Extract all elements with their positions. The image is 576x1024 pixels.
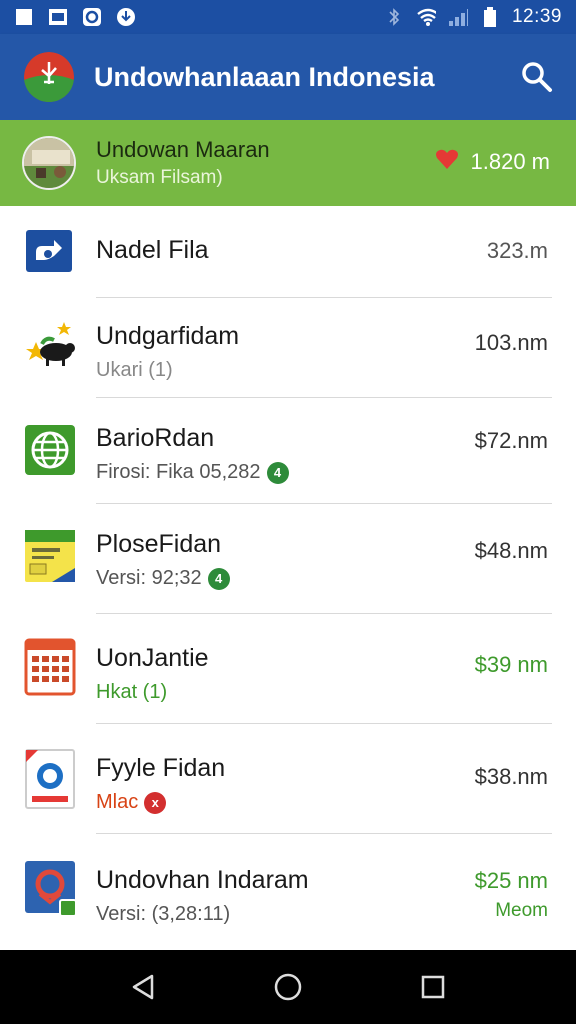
home-icon[interactable] [268, 967, 308, 1007]
system-icons: 12:39 [384, 6, 562, 28]
notification-icons [14, 7, 136, 27]
list-item-title: Undgarfidam [96, 322, 240, 350]
animal-star-icon [24, 318, 76, 370]
wifi-icon [416, 7, 436, 27]
list-item-subtitle: Versi: (3,28:11) [96, 903, 231, 925]
highlight-subtitle: Uksam Filsam) [96, 167, 223, 188]
bluetooth-icon [384, 7, 404, 27]
highlight-thumbnail [22, 136, 76, 190]
highlight-distance: 1.820 m [470, 148, 551, 174]
status-time: 12:39 [511, 6, 562, 27]
list-item-subtitle-row: Mlac x [96, 791, 225, 814]
list-item-title: Nadel Fila [96, 236, 209, 264]
list-item-distance: $38.nm [474, 764, 548, 789]
list-item-subtitle: Mlac [96, 791, 139, 813]
list-item-subtitle: Versi: 92;32 [96, 567, 202, 589]
map-pin-app-icon [24, 860, 77, 917]
list-item[interactable]: Nadel Fila 323.m [0, 206, 576, 298]
circle-notification-icon [82, 7, 102, 27]
list-item[interactable]: Undgarfidam Ukari (1) 103.nm [0, 298, 576, 398]
app-bar: Undowhanlaaan Indonesia [0, 34, 576, 120]
list-item-extra: Meom [495, 900, 548, 921]
badge-icon: 4 [207, 567, 230, 590]
list-item-subtitle-row: Firosi: Fika 05,282 4 [96, 461, 289, 484]
blue-square-app-icon [24, 230, 76, 282]
highlighted-list-item[interactable]: Undowan Maaran Uksam Filsam) 1.820 m [0, 120, 576, 206]
document-icon [24, 748, 76, 809]
list-item-distance-group: $25 nm Meom [475, 868, 548, 922]
globe-icon [24, 424, 76, 476]
status-bar: 12:39 [0, 0, 576, 34]
close-badge-icon: x [144, 791, 167, 814]
battery-icon [480, 7, 500, 27]
square-notification-icon [14, 7, 34, 27]
list-item-title: BarioRdan [96, 424, 215, 452]
list-item-subtitle: Ukari (1) [96, 359, 173, 381]
list-item[interactable]: BarioRdan Firosi: Fika 05,282 4 $72.nm [0, 398, 576, 504]
list-item-distance: $39 nm [474, 652, 548, 677]
download-notification-icon [116, 7, 136, 27]
search-icon[interactable] [520, 60, 554, 94]
app-title: Undowhanlaaan Indonesia [94, 61, 435, 92]
list-item[interactable]: UonJantie Hkat (1) $39 nm [0, 614, 576, 724]
place-list: Nadel Fila 323.m Undgarfidam Ukari (1) 1… [0, 206, 576, 950]
list-item[interactable]: Undovhan Indaram Versi: (3,28:11) $25 nm… [0, 834, 576, 950]
navigation-bar [0, 950, 576, 1024]
calendar-icon [24, 638, 76, 696]
recents-icon[interactable] [413, 967, 453, 1007]
list-item-subtitle: Hkat (1) [96, 681, 168, 703]
image-notification-icon [48, 7, 68, 27]
list-item-distance: $72.nm [474, 428, 548, 453]
list-item-distance: $48.nm [474, 538, 548, 563]
list-item-title: PloseFidan [96, 530, 222, 558]
list-item-distance: 323.m [486, 238, 548, 263]
card-icon [24, 528, 76, 582]
list-item[interactable]: PloseFidan Versi: 92;32 4 $48.nm [0, 504, 576, 614]
list-item[interactable]: Fyyle Fidan Mlac x $38.nm [0, 724, 576, 834]
list-item-subtitle-row: Versi: 92;32 4 [96, 567, 230, 590]
badge-icon: 4 [266, 461, 289, 484]
list-item-title: Undovhan Indaram [96, 866, 309, 894]
list-item-title: Fyyle Fidan [96, 754, 226, 782]
list-item-subtitle: Firosi: Fika 05,282 [96, 461, 261, 483]
highlight-title: Undowan Maaran [96, 137, 270, 162]
back-icon[interactable] [123, 967, 163, 1007]
list-item-distance: $25 nm [474, 868, 548, 893]
list-item-title: UonJantie [96, 644, 209, 672]
heart-icon[interactable] [435, 148, 459, 175]
app-logo-icon[interactable] [24, 52, 74, 102]
list-item-distance: 103.nm [474, 330, 548, 355]
signal-icon [448, 7, 468, 27]
